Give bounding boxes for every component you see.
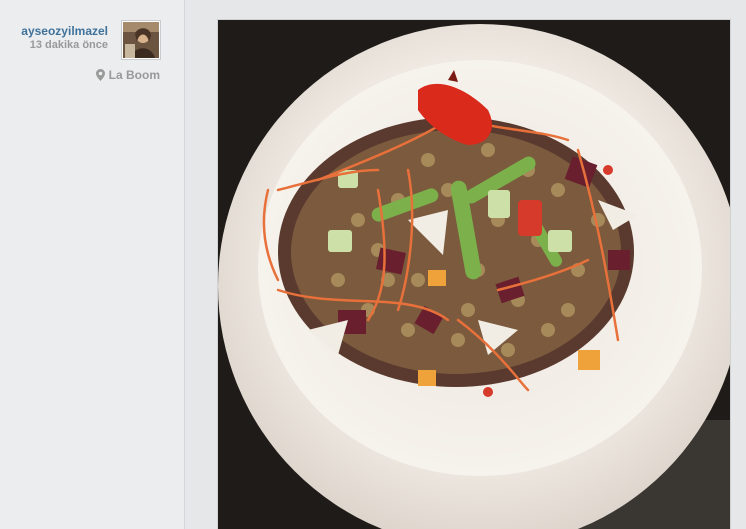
user-block: ayseozyilmazel 13 dakika önce [21, 24, 108, 52]
post-sidebar: ayseozyilmazel 13 dakika önce La Boom [0, 0, 185, 529]
salad-photo-image [218, 20, 730, 529]
user-avatar[interactable] [122, 21, 160, 59]
timestamp[interactable]: 13 dakika önce [21, 38, 108, 52]
post-photo[interactable] [217, 19, 731, 529]
map-pin-icon [95, 69, 105, 85]
location-link[interactable]: La Boom [95, 67, 160, 85]
username-link[interactable]: ayseozyilmazel [21, 24, 108, 38]
instagram-post-page: ayseozyilmazel 13 dakika önce La Boom [0, 0, 746, 529]
post-main [185, 0, 746, 529]
avatar-image [123, 22, 159, 58]
location-label: La Boom [108, 68, 160, 82]
